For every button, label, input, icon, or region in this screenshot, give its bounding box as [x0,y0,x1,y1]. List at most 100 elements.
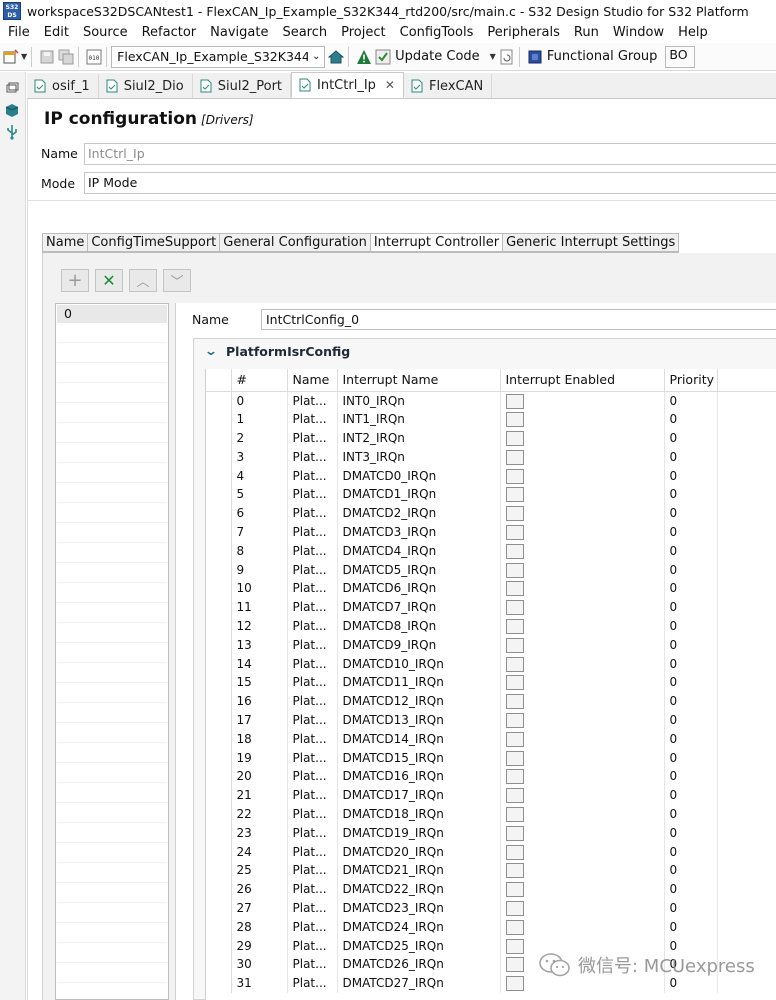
cell-name[interactable]: Plat... [287,729,338,749]
cell-name[interactable]: Plat... [287,616,338,636]
cell-name[interactable]: Plat... [287,785,338,805]
cell-interrupt-name[interactable]: DMATCD8_IRQn [337,616,501,636]
row-header[interactable] [206,597,232,617]
cell-interrupt-name[interactable]: DMATCD21_IRQn [337,860,501,880]
cell-priority[interactable]: 0 [664,879,718,899]
cell-priority[interactable]: 0 [664,409,718,429]
cell-name[interactable]: Plat... [287,522,338,542]
table-row[interactable]: 27 Plat... DMATCD23_IRQn 0 [206,898,776,918]
cell-priority[interactable]: 0 [664,898,718,918]
row-header[interactable] [206,672,232,692]
cell-name[interactable]: Plat... [287,409,338,429]
interrupt-enabled-checkbox[interactable] [505,863,524,879]
row-header[interactable] [206,522,232,542]
row-header[interactable] [206,879,232,899]
package-icon[interactable] [4,102,20,118]
row-header[interactable] [206,898,232,918]
cell-name[interactable]: Plat... [287,842,338,861]
interrupt-enabled-checkbox[interactable] [505,524,524,540]
row-header[interactable] [206,842,232,861]
table-row[interactable]: 13 Plat... DMATCD9_IRQn 0 [206,635,776,655]
table-row[interactable]: 14 Plat... DMATCD10_IRQn 0 [206,654,776,673]
interrupt-enabled-checkbox[interactable] [505,562,524,578]
cell-priority[interactable]: 0 [664,503,718,523]
cell-priority[interactable]: 0 [664,860,718,880]
table-row[interactable]: 6 Plat... DMATCD2_IRQn 0 [206,503,776,523]
cell-interrupt-name[interactable]: DMATCD27_IRQn [337,973,501,993]
cell-interrupt-name[interactable]: DMATCD11_IRQn [337,672,501,692]
close-icon[interactable]: ✕ [385,78,395,92]
update-code-button[interactable]: Update Code [375,46,480,68]
cell-interrupt-name[interactable]: DMATCD19_IRQn [337,823,501,843]
interrupt-enabled-checkbox[interactable] [505,825,524,841]
menu-edit[interactable]: Edit [44,25,69,40]
row-header[interactable] [206,936,232,955]
table-row[interactable]: 17 Plat... DMATCD13_IRQn 0 [206,710,776,730]
row-header[interactable] [206,616,232,636]
cell-priority[interactable]: 0 [664,823,718,843]
tab-siul2-dio[interactable]: Siul2_Dio [99,74,193,98]
cell-interrupt-name[interactable]: DMATCD5_IRQn [337,560,501,579]
cell-priority[interactable]: 0 [664,597,718,617]
cell-interrupt-name[interactable]: DMATCD20_IRQn [337,842,501,861]
table-row[interactable]: 10 Plat... DMATCD6_IRQn 0 [206,578,776,598]
row-header[interactable] [206,541,232,561]
cell-interrupt-name[interactable]: DMATCD12_IRQn [337,691,501,711]
cell-interrupt-name[interactable]: DMATCD16_IRQn [337,766,501,786]
cell-name[interactable]: Plat... [287,541,338,561]
cell-name[interactable]: Plat... [287,973,338,993]
cell-name[interactable]: Plat... [287,766,338,786]
column-header-name[interactable]: Name [287,369,338,392]
interrupt-enabled-checkbox[interactable] [505,712,524,728]
interrupt-enabled-checkbox[interactable] [505,543,524,559]
home-button[interactable] [328,46,345,68]
cell-name[interactable]: Plat... [287,823,338,843]
interrupt-enabled-checkbox[interactable] [505,430,524,446]
cell-interrupt-name[interactable]: DMATCD4_IRQn [337,541,501,561]
table-row[interactable]: 4 Plat... DMATCD0_IRQn 0 [206,466,776,485]
table-row[interactable]: 21 Plat... DMATCD17_IRQn 0 [206,785,776,805]
interrupt-enabled-checkbox[interactable] [505,618,524,634]
cell-priority[interactable]: 0 [664,785,718,805]
row-header[interactable] [206,954,232,974]
row-header[interactable] [206,748,232,767]
add-button[interactable]: + [61,269,89,292]
cell-priority[interactable]: 0 [664,729,718,749]
table-row[interactable]: 11 Plat... DMATCD7_IRQn 0 [206,597,776,617]
interrupt-enabled-checkbox[interactable] [505,769,524,785]
row-header[interactable] [206,973,232,993]
table-row[interactable]: 8 Plat... DMATCD4_IRQn 0 [206,541,776,561]
table-row[interactable]: 20 Plat... DMATCD16_IRQn 0 [206,766,776,786]
cell-name[interactable]: Plat... [287,804,338,824]
tab-osif-1[interactable]: osif_1 [27,74,99,98]
menu-navigate[interactable]: Navigate [210,25,268,40]
cell-name[interactable]: Plat... [287,710,338,730]
cell-name[interactable]: Plat... [287,484,338,504]
row-header[interactable] [206,635,232,655]
update-code-dropdown[interactable]: ▼ [488,46,496,68]
table-row[interactable]: 3 Plat... INT3_IRQn 0 [206,447,776,467]
cell-priority[interactable]: 0 [664,766,718,786]
group-header[interactable]: ⌄ PlatformIsrConfig [204,344,350,359]
cell-interrupt-name[interactable]: DMATCD24_IRQn [337,917,501,937]
interrupt-enabled-checkbox[interactable] [505,449,524,465]
cell-interrupt-name[interactable]: DMATCD9_IRQn [337,635,501,655]
cell-name[interactable]: Plat... [287,860,338,880]
row-header[interactable] [206,804,232,824]
table-row[interactable]: 26 Plat... DMATCD22_IRQn 0 [206,879,776,899]
refresh-button[interactable] [499,46,515,68]
cell-interrupt-name[interactable]: DMATCD3_IRQn [337,522,501,542]
cell-interrupt-name[interactable]: DMATCD17_IRQn [337,785,501,805]
table-row[interactable]: 15 Plat... DMATCD11_IRQn 0 [206,672,776,692]
menu-project[interactable]: Project [341,25,385,40]
cell-interrupt-name[interactable]: DMATCD15_IRQn [337,748,501,767]
cell-interrupt-name[interactable]: DMATCD23_IRQn [337,898,501,918]
save-all-button[interactable] [58,46,74,68]
row-header[interactable] [206,391,232,410]
tab-generic-interrupt-settings[interactable]: Generic Interrupt Settings [502,233,680,252]
interrupt-enabled-checkbox[interactable] [505,788,524,804]
row-header[interactable] [206,447,232,467]
cell-interrupt-name[interactable]: DMATCD0_IRQn [337,466,501,485]
tab-intctrl-ip[interactable]: IntCtrl_Ip ✕ [291,72,404,98]
save-button[interactable] [39,46,55,68]
